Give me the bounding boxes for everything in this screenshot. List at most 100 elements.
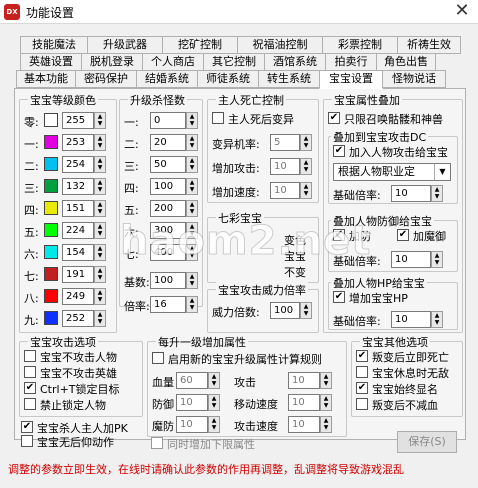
upgrade-kill-spinner[interactable]: ▲ ▼ — [186, 178, 198, 195]
color-value-input[interactable]: 154 — [62, 244, 94, 261]
tab-pray[interactable]: 祈祷生效 — [397, 36, 461, 54]
attack-option-checkbox[interactable]: ✔ — [24, 382, 36, 394]
attack-spinner[interactable]: ▲ ▼ — [320, 372, 332, 389]
def-input[interactable]: 10 — [176, 394, 208, 411]
upgrade-kill-input[interactable]: 0 — [150, 112, 186, 129]
def-base-input[interactable]: 10 — [391, 251, 431, 268]
color-value-input[interactable]: 249 — [62, 288, 94, 305]
color-value-input[interactable]: 253 — [62, 134, 94, 151]
tab-rebirth[interactable]: 转生系统 — [258, 70, 320, 88]
rate-spinner[interactable]: ▲ ▼ — [300, 134, 312, 151]
color-swatch[interactable] — [44, 267, 58, 281]
tab-password[interactable]: 密码保护 — [75, 70, 137, 88]
color-value-spinner[interactable]: ▲ ▼ — [94, 222, 106, 239]
upgrade-kill-input[interactable]: 100 — [150, 178, 186, 195]
save-button[interactable]: 保存(S) — [397, 431, 457, 453]
attack-speed-spinner[interactable]: ▲ ▼ — [320, 416, 332, 433]
color-swatch[interactable] — [44, 157, 58, 171]
tab-offline[interactable]: 脱机登录 — [81, 53, 143, 71]
color-swatch[interactable] — [44, 245, 58, 259]
def-base-spinner[interactable]: ▲ ▼ — [431, 251, 443, 268]
color-value-input[interactable]: 255 — [62, 112, 94, 129]
other-option-checkbox[interactable]: ✔ — [356, 382, 368, 394]
mdef-input[interactable]: 10 — [176, 416, 208, 433]
color-value-spinner[interactable]: ▲ ▼ — [94, 156, 106, 173]
close-icon[interactable]: ✕ — [452, 2, 472, 22]
other-option-checkbox[interactable] — [356, 366, 368, 378]
ratio-spinner[interactable]: ▲ ▼ — [186, 296, 198, 313]
attack-option-checkbox[interactable] — [24, 350, 36, 362]
upgrade-kill-spinner[interactable]: ▲ ▼ — [186, 156, 198, 173]
tab-shop[interactable]: 个人商店 — [142, 53, 204, 71]
power-input[interactable]: 100 — [270, 302, 300, 319]
summon-only-checkbox[interactable]: ✔ — [328, 112, 340, 124]
tab-mining[interactable]: 挖矿控制 — [162, 36, 238, 54]
upgrade-kill-spinner[interactable]: ▲ ▼ — [186, 200, 198, 217]
tab-skill[interactable]: 技能魔法 — [20, 36, 88, 54]
tab-monster-talk[interactable]: 怪物说话 — [382, 70, 446, 88]
color-value-spinner[interactable]: ▲ ▼ — [94, 112, 106, 129]
power-spinner[interactable]: ▲ ▼ — [300, 302, 312, 319]
attack-option-checkbox[interactable] — [24, 398, 36, 410]
add-hp-checkbox[interactable]: ✔ — [333, 291, 345, 303]
tab-char-sale[interactable]: 角色出售 — [376, 53, 436, 71]
color-value-spinner[interactable]: ▲ ▼ — [94, 178, 106, 195]
tab-marriage[interactable]: 结婚系统 — [136, 70, 198, 88]
tab-master[interactable]: 师徒系统 — [197, 70, 259, 88]
upgrade-kill-spinner[interactable]: ▲ ▼ — [186, 222, 198, 239]
tab-upgrade-weapon[interactable]: 升级武器 — [87, 36, 163, 54]
tab-hero[interactable]: 英雄设置 — [20, 53, 82, 71]
move-speed-spinner[interactable]: ▲ ▼ — [320, 394, 332, 411]
color-swatch[interactable] — [44, 289, 58, 303]
color-value-input[interactable]: 132 — [62, 178, 94, 195]
attack-input[interactable]: 10 — [288, 372, 320, 389]
no-recoil-checkbox[interactable] — [21, 435, 33, 447]
color-value-spinner[interactable]: ▲ ▼ — [94, 288, 106, 305]
hp-base-input[interactable]: 10 — [391, 311, 431, 328]
add-def-checkbox[interactable]: ✔ — [333, 229, 345, 241]
upgrade-kill-spinner[interactable]: ▲ ▼ — [186, 244, 198, 261]
color-swatch[interactable] — [44, 311, 58, 325]
tab-bless-oil[interactable]: 祝福油控制 — [237, 36, 323, 54]
upgrade-kill-spinner[interactable]: ▲ ▼ — [186, 112, 198, 129]
lower-limit-checkbox[interactable] — [151, 437, 163, 449]
upgrade-kill-input[interactable]: 400 — [150, 244, 186, 261]
attack-speed-input[interactable]: 10 — [288, 416, 320, 433]
tab-lottery[interactable]: 彩票控制 — [322, 36, 398, 54]
attack-option-checkbox[interactable] — [24, 366, 36, 378]
tab-baby-settings[interactable]: 宝宝设置 — [319, 70, 383, 89]
add-mdef-checkbox[interactable]: ✔ — [397, 229, 409, 241]
ratio-input[interactable]: 16 — [150, 296, 186, 313]
color-value-spinner[interactable]: ▲ ▼ — [94, 266, 106, 283]
color-swatch[interactable] — [44, 179, 58, 193]
upgrade-kill-input[interactable]: 50 — [150, 156, 186, 173]
hp-spinner[interactable]: ▲ ▼ — [208, 372, 220, 389]
move-speed-input[interactable]: 10 — [288, 394, 320, 411]
color-value-spinner[interactable]: ▲ ▼ — [94, 310, 106, 327]
color-swatch[interactable] — [44, 201, 58, 215]
upgrade-kill-input[interactable]: 20 — [150, 134, 186, 151]
rate-input[interactable]: 5 — [270, 134, 300, 151]
upgrade-kill-input[interactable]: 300 — [150, 222, 186, 239]
color-value-input[interactable]: 254 — [62, 156, 94, 173]
upgrade-kill-spinner[interactable]: ▲ ▼ — [186, 134, 198, 151]
mdef-spinner[interactable]: ▲ ▼ — [208, 416, 220, 433]
def-spinner[interactable]: ▲ ▼ — [208, 394, 220, 411]
dc-checkbox[interactable]: ✔ — [333, 145, 345, 157]
color-value-input[interactable]: 191 — [62, 266, 94, 283]
other-option-checkbox[interactable]: ✔ — [356, 350, 368, 362]
tab-other[interactable]: 其它控制 — [203, 53, 265, 71]
hp-input[interactable]: 60 — [176, 372, 208, 389]
dc-base-spinner[interactable]: ▲ ▼ — [431, 185, 443, 202]
color-swatch[interactable] — [44, 135, 58, 149]
job-select[interactable]: 根据人物职业定 ▼ — [333, 163, 451, 181]
color-value-spinner[interactable]: ▲ ▼ — [94, 244, 106, 261]
tab-auction[interactable]: 拍卖行 — [325, 53, 377, 71]
color-value-input[interactable]: 151 — [62, 200, 94, 217]
base-spinner[interactable]: ▲ ▼ — [186, 272, 198, 289]
color-value-spinner[interactable]: ▲ ▼ — [94, 134, 106, 151]
other-option-checkbox[interactable] — [356, 398, 368, 410]
new-rule-checkbox[interactable] — [152, 352, 164, 364]
attack-add-spinner[interactable]: ▲ ▼ — [300, 158, 312, 175]
color-value-spinner[interactable]: ▲ ▼ — [94, 200, 106, 217]
